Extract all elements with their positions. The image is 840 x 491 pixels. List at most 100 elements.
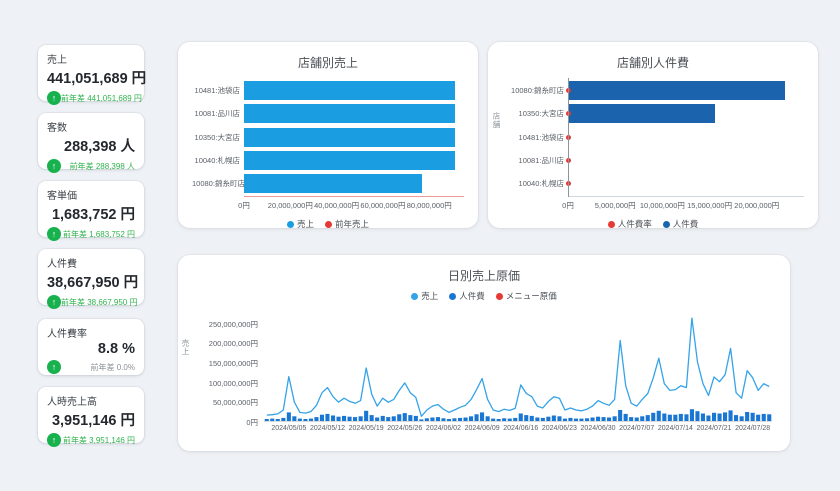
- daily-labor-bar[interactable]: [452, 418, 456, 421]
- daily-labor-bar[interactable]: [303, 419, 307, 421]
- daily-labor-bar[interactable]: [425, 418, 429, 421]
- bar-10081:品川店[interactable]: [244, 104, 455, 123]
- daily-cost-plot-area[interactable]: 0円50,000,000円100,000,000円150,000,000円200…: [264, 315, 772, 422]
- daily-labor-bar[interactable]: [276, 419, 280, 421]
- daily-labor-bar[interactable]: [546, 417, 550, 421]
- daily-labor-bar[interactable]: [320, 415, 324, 421]
- daily-labor-bar[interactable]: [458, 418, 462, 421]
- kpi-card-客数[interactable]: 客数288,398 人↑前年差 288,398 人: [38, 113, 144, 169]
- kpi-card-客単価[interactable]: 客単価1,683,752 円↑前年差 1,683,752 円: [38, 181, 144, 237]
- daily-labor-bar[interactable]: [370, 415, 374, 421]
- daily-labor-bar[interactable]: [337, 417, 341, 421]
- daily-labor-bar[interactable]: [502, 418, 506, 421]
- daily-labor-bar[interactable]: [513, 418, 517, 421]
- daily-labor-bar[interactable]: [325, 414, 329, 421]
- daily-labor-bar[interactable]: [381, 416, 385, 421]
- daily-labor-bar[interactable]: [430, 418, 434, 422]
- daily-labor-bar[interactable]: [602, 417, 606, 421]
- daily-labor-bar[interactable]: [585, 418, 589, 421]
- daily-labor-bar[interactable]: [673, 415, 677, 421]
- daily-labor-bar[interactable]: [441, 418, 445, 421]
- daily-labor-bar[interactable]: [679, 414, 683, 421]
- daily-labor-bar[interactable]: [701, 414, 705, 422]
- daily-labor-bar[interactable]: [629, 417, 633, 421]
- daily-labor-bar[interactable]: [574, 419, 578, 421]
- daily-labor-bar[interactable]: [497, 419, 501, 421]
- daily-labor-bar[interactable]: [624, 414, 628, 421]
- daily-labor-bar[interactable]: [668, 415, 672, 421]
- daily-labor-bar[interactable]: [646, 415, 650, 421]
- daily-labor-bar[interactable]: [414, 416, 418, 421]
- daily-labor-bar[interactable]: [331, 416, 335, 422]
- daily-labor-bar[interactable]: [552, 416, 556, 422]
- daily-labor-bar[interactable]: [541, 418, 545, 421]
- daily-labor-bar[interactable]: [298, 419, 302, 421]
- daily-labor-bar[interactable]: [447, 419, 451, 421]
- daily-labor-bar[interactable]: [353, 417, 357, 421]
- daily-labor-bar[interactable]: [756, 415, 760, 421]
- daily-labor-bar[interactable]: [706, 416, 710, 422]
- daily-labor-bar[interactable]: [342, 416, 346, 421]
- daily-labor-bar[interactable]: [287, 412, 291, 421]
- daily-labor-bar[interactable]: [684, 414, 688, 421]
- daily-labor-bar[interactable]: [265, 419, 269, 421]
- daily-labor-bar[interactable]: [640, 416, 644, 421]
- legend-item-人件費[interactable]: 人件費: [663, 218, 699, 230]
- bar-10080:錦糸町店[interactable]: [568, 81, 785, 100]
- daily-labor-bar[interactable]: [734, 415, 738, 421]
- daily-labor-bar[interactable]: [745, 412, 749, 421]
- bar-10350:大宮店[interactable]: [568, 104, 715, 123]
- daily-labor-bar[interactable]: [740, 416, 744, 421]
- daily-labor-bar[interactable]: [419, 419, 423, 421]
- bar-10080:錦糸町店[interactable]: [244, 174, 422, 193]
- daily-labor-bar[interactable]: [662, 414, 666, 422]
- daily-labor-bar[interactable]: [557, 416, 561, 421]
- legend-item-人件費[interactable]: 人件費: [449, 290, 485, 302]
- daily-labor-bar[interactable]: [364, 411, 368, 421]
- daily-labor-bar[interactable]: [690, 409, 694, 421]
- daily-labor-bar[interactable]: [635, 418, 639, 422]
- daily-labor-bar[interactable]: [751, 413, 755, 421]
- daily-labor-bar[interactable]: [469, 416, 473, 421]
- daily-labor-bar[interactable]: [762, 414, 766, 421]
- legend-item-売上[interactable]: 売上: [287, 218, 314, 230]
- daily-labor-bar[interactable]: [314, 417, 318, 421]
- daily-labor-bar[interactable]: [397, 414, 401, 421]
- kpi-card-売上[interactable]: 売上441,051,689 円↑前年差 441,051,689 円: [38, 45, 144, 101]
- daily-labor-bar[interactable]: [281, 418, 285, 421]
- daily-labor-bar[interactable]: [607, 418, 611, 422]
- daily-labor-bar[interactable]: [348, 417, 352, 421]
- daily-labor-bar[interactable]: [723, 412, 727, 421]
- daily-labor-bar[interactable]: [386, 417, 390, 421]
- legend-item-メニュー原価[interactable]: メニュー原価: [496, 290, 557, 302]
- kpi-card-人件費[interactable]: 人件費38,667,950 円↑前年差 38,667,950 円: [38, 249, 144, 305]
- legend-item-人件費率[interactable]: 人件費率: [608, 218, 652, 230]
- daily-labor-bar[interactable]: [524, 415, 528, 421]
- daily-labor-bar[interactable]: [359, 416, 363, 421]
- daily-labor-bar[interactable]: [508, 419, 512, 421]
- daily-labor-bar[interactable]: [403, 413, 407, 421]
- daily-labor-bar[interactable]: [563, 419, 567, 421]
- daily-labor-bar[interactable]: [695, 411, 699, 421]
- daily-labor-bar[interactable]: [729, 410, 733, 421]
- daily-labor-bar[interactable]: [491, 419, 495, 421]
- daily-labor-bar[interactable]: [618, 410, 622, 421]
- daily-labor-bar[interactable]: [651, 413, 655, 421]
- legend-item-売上[interactable]: 売上: [411, 290, 438, 302]
- legend-item-前年売上[interactable]: 前年売上: [325, 218, 369, 230]
- daily-labor-bar[interactable]: [568, 418, 572, 421]
- daily-labor-bar[interactable]: [579, 419, 583, 421]
- daily-labor-bar[interactable]: [408, 415, 412, 421]
- daily-labor-bar[interactable]: [613, 416, 617, 421]
- kpi-card-人時売上高[interactable]: 人時売上高3,951,146 円↑前年差 3,951,146 円: [38, 387, 144, 443]
- daily-labor-bar[interactable]: [712, 413, 716, 421]
- daily-chart-canvas[interactable]: [264, 315, 772, 421]
- daily-labor-bar[interactable]: [486, 416, 490, 421]
- daily-labor-bar[interactable]: [530, 416, 534, 421]
- daily-labor-bar[interactable]: [591, 418, 595, 422]
- daily-labor-bar[interactable]: [375, 418, 379, 422]
- daily-labor-bar[interactable]: [519, 414, 523, 422]
- daily-labor-bar[interactable]: [292, 416, 296, 421]
- daily-labor-bar[interactable]: [718, 414, 722, 422]
- daily-labor-bar[interactable]: [475, 414, 479, 421]
